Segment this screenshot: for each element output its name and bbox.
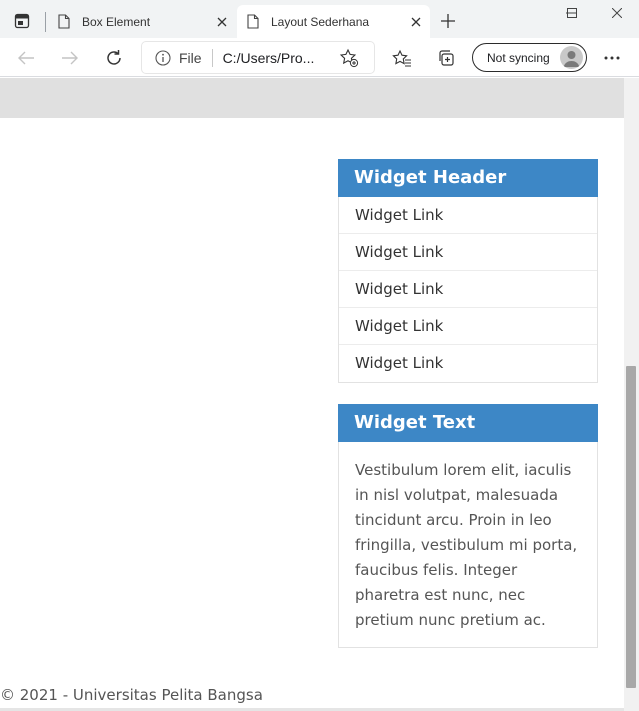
tab-layout-sederhana[interactable]: Layout Sederhana (237, 5, 430, 38)
scrollbar-thumb[interactable] (626, 366, 636, 688)
tab-title: Box Element (82, 14, 151, 29)
maximize-button[interactable] (549, 0, 595, 26)
widget-text-line: in nisl volutpat, malesuada (355, 486, 559, 504)
address-scheme: File (179, 49, 202, 66)
widget-text-line: fringilla, vestibulum mi porta, (355, 536, 578, 554)
widget-link[interactable]: Widget Link (339, 271, 597, 308)
widget-text-line: faucibus felis. Integer (355, 561, 518, 579)
collections-icon[interactable] (432, 44, 460, 72)
tab-box-element[interactable]: Box Element (48, 5, 236, 38)
widget-link[interactable]: Widget Link (339, 197, 597, 234)
page-header-strip (0, 78, 624, 118)
tab-separator (45, 12, 46, 32)
browser-toolbar: File C:/Users/Pro... Not syncing (0, 38, 639, 77)
address-url[interactable]: C:/Users/Pro... (223, 50, 327, 66)
sync-label: Not syncing (487, 50, 550, 65)
close-icon[interactable] (208, 8, 236, 36)
widget-text-panel: Widget Text Vestibulum lorem elit, iacul… (338, 404, 598, 648)
tab-actions-icon[interactable] (8, 9, 36, 33)
widget-links-panel: Widget Header Widget Link Widget Link Wi… (338, 159, 598, 383)
favorites-icon[interactable] (388, 44, 416, 72)
add-favorite-icon[interactable] (339, 48, 359, 68)
address-bar[interactable]: File C:/Users/Pro... (142, 42, 374, 73)
forward-arrow-icon[interactable] (56, 44, 84, 72)
widget-text-line: pretium nunc pretium ac. (355, 611, 546, 629)
vertical-scrollbar[interactable] (624, 78, 639, 711)
page-footer: © 2021 - Universitas Pelita Bangsa (0, 686, 263, 704)
tab-title: Layout Sederhana (271, 14, 370, 29)
avatar (560, 46, 583, 69)
close-icon[interactable] (402, 8, 430, 36)
widget-text-line: tincidunt arcu. Proin in leo (355, 511, 552, 529)
widget-text-line: Vestibulum lorem elit, iaculis (355, 461, 572, 479)
refresh-icon[interactable] (100, 44, 128, 72)
widget-text-line: pharetra est nunc, nec (355, 586, 526, 604)
new-tab-icon[interactable] (436, 9, 460, 33)
widget-link[interactable]: Widget Link (339, 308, 597, 345)
widget-text-title: Widget Text (338, 404, 598, 442)
browser-tab-bar: Box Element Layout Sederhana (0, 0, 639, 38)
widget-link[interactable]: Widget Link (339, 345, 597, 382)
widget-text-body: Vestibulum lorem elit, iaculis in nisl v… (339, 442, 597, 633)
widget-header-title: Widget Header (338, 159, 598, 197)
address-divider (211, 48, 213, 67)
close-window-icon[interactable] (594, 0, 639, 26)
page-viewport: Widget Header Widget Link Widget Link Wi… (0, 78, 624, 711)
info-icon[interactable] (155, 49, 171, 66)
profile-sync-button[interactable]: Not syncing (472, 43, 587, 72)
page-icon (58, 14, 72, 30)
back-arrow-icon[interactable] (12, 44, 40, 72)
more-options-icon[interactable] (598, 44, 626, 72)
widget-link[interactable]: Widget Link (339, 234, 597, 271)
page-icon (247, 14, 261, 30)
